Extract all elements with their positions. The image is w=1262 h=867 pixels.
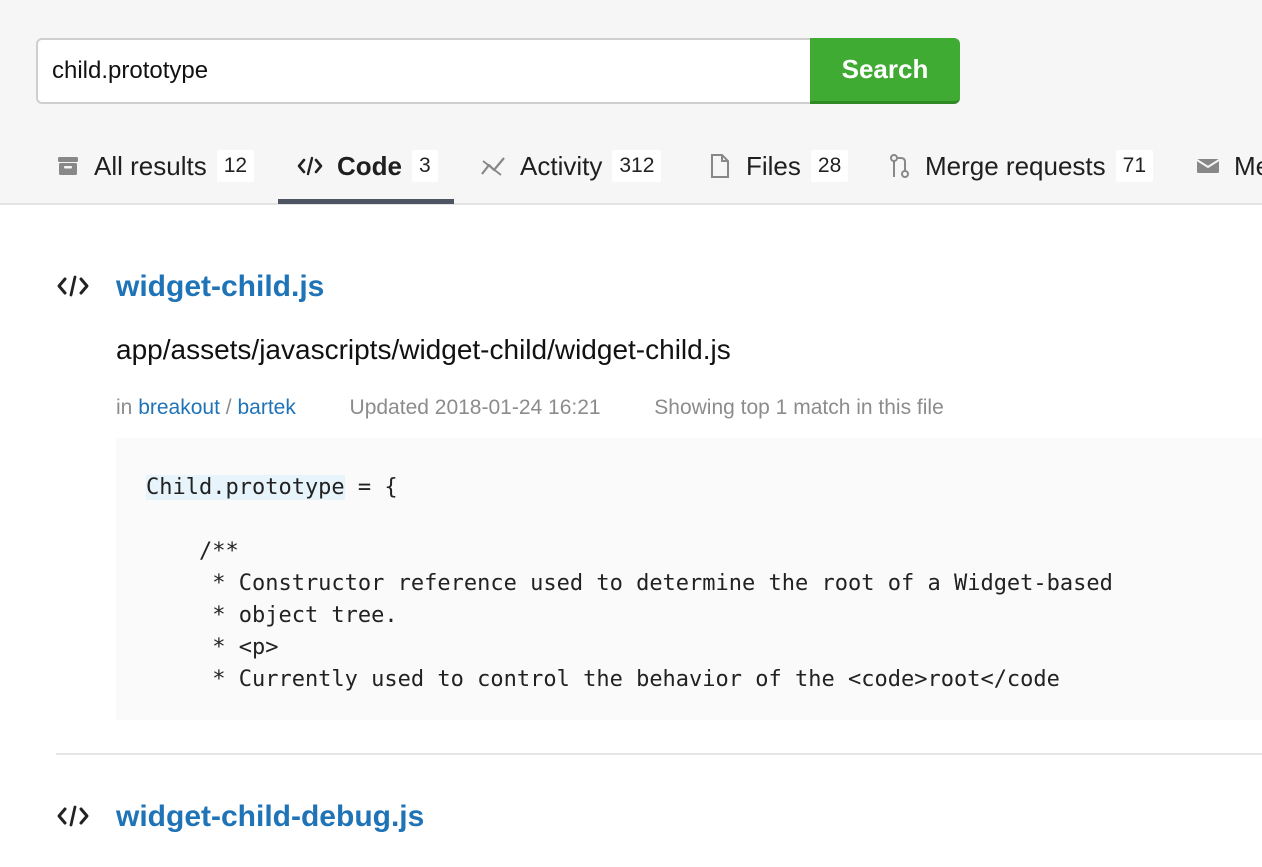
match-info: Showing top 1 match in this file: [654, 396, 944, 419]
code-icon: [297, 156, 323, 176]
result-title-link[interactable]: widget-child-debug.js: [116, 800, 424, 834]
search-result: widget-child.js app/assets/javascripts/w…: [56, 270, 1262, 730]
code-snippet: Child.prototype = { /** * Constructor re…: [116, 438, 1262, 720]
project-link[interactable]: breakout: [138, 396, 220, 419]
tab-count: 71: [1115, 150, 1154, 182]
in-label: in: [116, 396, 133, 419]
owner-link[interactable]: bartek: [237, 396, 295, 419]
result-title-link[interactable]: widget-child.js: [116, 270, 324, 304]
code-line: * Constructor reference used to determin…: [146, 571, 1113, 596]
tab-messages[interactable]: Me: [1196, 128, 1262, 204]
code-line: Child.prototype = {: [146, 472, 398, 504]
tab-label: Activity: [520, 150, 603, 181]
tab-files[interactable]: Files 28: [708, 128, 849, 204]
updated-timestamp: Updated 2018-01-24 16:21: [349, 396, 601, 419]
tab-label: Code: [337, 150, 402, 181]
search-tabs: All results 12 Code 3 Activity 312 Files…: [0, 128, 1262, 204]
tab-label: All results: [94, 150, 207, 181]
file-icon: [708, 153, 732, 179]
tab-count: 3: [412, 150, 438, 182]
search-result: widget-child-debug.js: [56, 800, 1262, 867]
search-button[interactable]: Search: [810, 38, 960, 104]
path-separator: /: [225, 396, 232, 419]
tab-label: Files: [746, 150, 801, 181]
tab-label: Me: [1234, 150, 1262, 181]
activity-icon: [480, 155, 506, 177]
tab-count: 312: [612, 150, 662, 182]
code-icon: [56, 804, 90, 834]
tab-count: 28: [810, 150, 849, 182]
tab-activity[interactable]: Activity 312: [480, 128, 662, 204]
mail-icon: [1196, 156, 1220, 176]
code-line: * object tree.: [146, 603, 398, 628]
tab-label: Merge requests: [925, 150, 1106, 181]
tab-code[interactable]: Code 3: [297, 128, 438, 204]
tab-count: 12: [216, 150, 255, 182]
file-path: app/assets/javascripts/widget-child/widg…: [116, 334, 731, 365]
code-line: /**: [146, 539, 239, 564]
tab-all-results[interactable]: All results 12: [56, 128, 255, 204]
tab-merge-requests[interactable]: Merge requests 71: [889, 128, 1154, 204]
code-line: * Currently used to control the behavior…: [146, 667, 1060, 692]
result-divider: [56, 753, 1262, 755]
code-icon: [56, 274, 90, 304]
search-header: Search All results 12 Code: [0, 0, 1262, 205]
search-input[interactable]: [36, 38, 812, 104]
merge-request-icon: [889, 153, 911, 179]
code-line: * <p>: [146, 635, 279, 660]
code-text: = {: [344, 475, 398, 500]
archive-icon: [56, 155, 80, 177]
result-meta: in breakout / bartek Updated 2018-01-24 …: [116, 396, 944, 420]
active-tab-indicator: [278, 199, 454, 204]
match-highlight: Child.prototype: [146, 475, 345, 500]
